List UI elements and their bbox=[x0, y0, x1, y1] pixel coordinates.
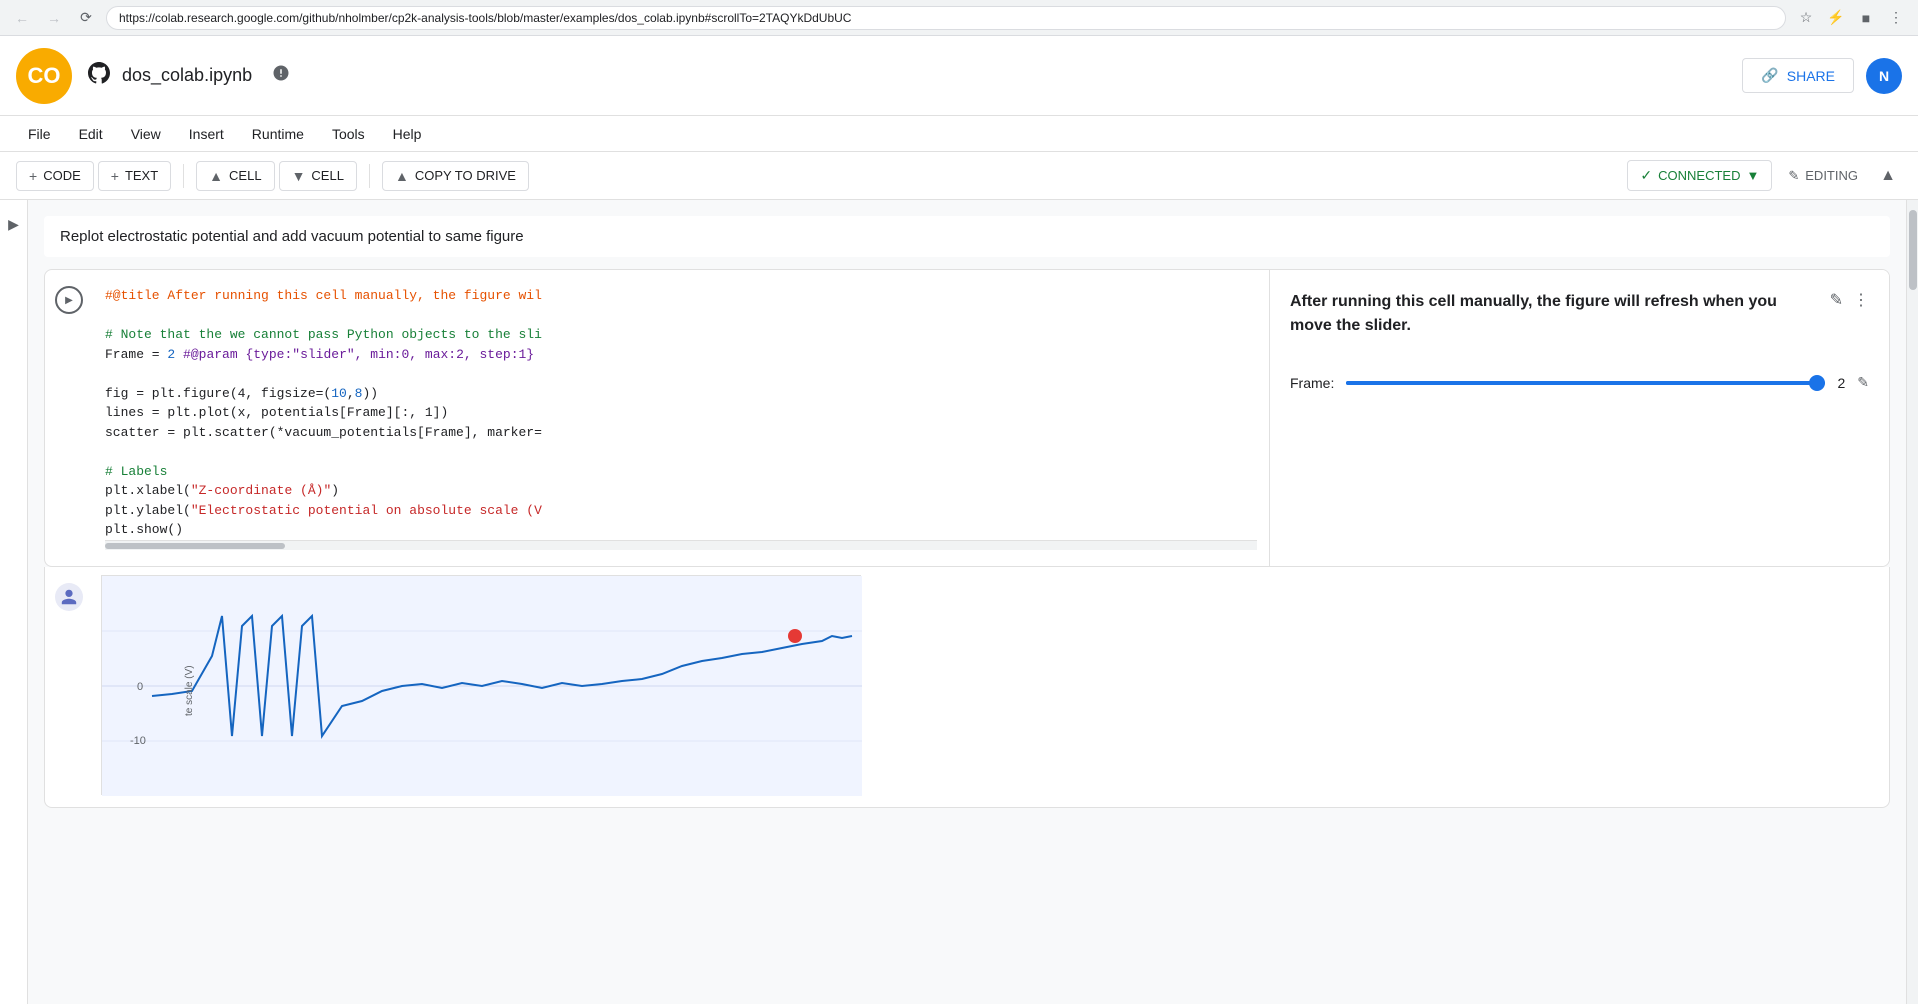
user-avatar[interactable]: N bbox=[1866, 58, 1902, 94]
share-link-icon: 🔗 bbox=[1761, 67, 1778, 84]
editing-badge: ✎ EDITING bbox=[1776, 162, 1870, 190]
cell-code[interactable]: #@title After running this cell manually… bbox=[93, 270, 1269, 566]
code-line-3: Frame = 2 #@param {type:"slider", min:0,… bbox=[105, 345, 1257, 365]
code-line-blank3 bbox=[105, 442, 1257, 462]
toolbar-divider-2 bbox=[369, 164, 370, 188]
menu-icon[interactable]: ⋮ bbox=[1884, 6, 1908, 30]
file-icon-button[interactable] bbox=[272, 64, 290, 87]
slider-edit-icon[interactable]: ✎ bbox=[1857, 374, 1869, 391]
slider-row: Frame: 2 ✎ bbox=[1290, 374, 1869, 391]
menu-view[interactable]: View bbox=[119, 122, 173, 146]
menu-file[interactable]: File bbox=[16, 122, 63, 146]
code-line-5: lines = plt.plot(x, potentials[Frame][:,… bbox=[105, 403, 1257, 423]
profile-icon[interactable]: ■ bbox=[1854, 6, 1878, 30]
toolbar: + CODE + TEXT ▲ CELL ▼ CELL ▲ COPY TO DR… bbox=[0, 152, 1918, 200]
cell-down-button[interactable]: ▼ CELL bbox=[279, 161, 357, 191]
toolbar-divider-1 bbox=[183, 164, 184, 188]
address-bar[interactable]: https://colab.research.google.com/github… bbox=[106, 6, 1786, 30]
code-line-10: plt.show() bbox=[105, 520, 1257, 540]
arrow-up-icon: ▲ bbox=[209, 168, 223, 184]
chart-area: 0 -10 te scale (V) bbox=[93, 567, 1889, 807]
chevron-down-icon: ▼ bbox=[1746, 168, 1759, 183]
plus-icon: + bbox=[29, 168, 37, 184]
svg-text:0: 0 bbox=[137, 681, 143, 693]
arrow-down-icon: ▼ bbox=[292, 168, 306, 184]
menu-runtime[interactable]: Runtime bbox=[240, 122, 316, 146]
menu-insert[interactable]: Insert bbox=[177, 122, 236, 146]
menu-tools[interactable]: Tools bbox=[320, 122, 377, 146]
plus-text-icon: + bbox=[111, 168, 119, 184]
browser-icons: ☆ ⚡ ■ ⋮ bbox=[1794, 6, 1908, 30]
github-icon bbox=[88, 62, 110, 90]
back-button[interactable]: ← bbox=[10, 6, 34, 30]
cell-output-panel: After running this cell manually, the fi… bbox=[1269, 270, 1889, 566]
frame-value: 2 bbox=[1837, 375, 1845, 391]
colab-header: CO dos_colab.ipynb 🔗 SHARE N bbox=[0, 36, 1918, 116]
right-scrollbar-thumb bbox=[1909, 210, 1917, 290]
sidebar-toggle[interactable]: ▶ bbox=[0, 200, 28, 1004]
run-button[interactable]: ▶ bbox=[55, 286, 83, 314]
code-line-7: # Labels bbox=[105, 462, 1257, 482]
collapse-button[interactable]: ▲ bbox=[1874, 162, 1902, 190]
svg-text:te scale (V): te scale (V) bbox=[184, 665, 195, 716]
code-scrollbar[interactable] bbox=[105, 540, 1257, 550]
add-text-button[interactable]: + TEXT bbox=[98, 161, 171, 191]
notebook-area: Replot electrostatic potential and add v… bbox=[28, 200, 1906, 1004]
frame-label: Frame: bbox=[1290, 375, 1334, 391]
code-line-1: #@title After running this cell manually… bbox=[105, 286, 1257, 306]
svg-text:-10: -10 bbox=[130, 735, 146, 747]
code-line-6: scatter = plt.scatter(*vacuum_potentials… bbox=[105, 423, 1257, 443]
code-line-4: fig = plt.figure(4, figsize=(10,8)) bbox=[105, 384, 1257, 404]
copy-to-drive-button[interactable]: ▲ COPY TO DRIVE bbox=[382, 161, 529, 191]
slider-fill bbox=[1346, 381, 1825, 385]
code-scrollbar-thumb bbox=[105, 543, 285, 549]
reload-button[interactable]: ⟳ bbox=[74, 6, 98, 30]
colab-logo[interactable]: CO bbox=[16, 48, 72, 104]
main-content: ▶ Replot electrostatic potential and add… bbox=[0, 200, 1918, 1004]
code-line-8: plt.xlabel("Z-coordinate (Å)") bbox=[105, 481, 1257, 501]
menu-help[interactable]: Help bbox=[381, 122, 434, 146]
frame-slider[interactable] bbox=[1346, 381, 1825, 385]
code-line-9: plt.ylabel("Electrostatic potential on a… bbox=[105, 501, 1257, 521]
connected-badge[interactable]: ✓ CONNECTED ▼ bbox=[1627, 160, 1772, 191]
sidebar-toggle-icon: ▶ bbox=[8, 216, 19, 233]
menu-bar: File Edit View Insert Runtime Tools Help bbox=[0, 116, 1918, 152]
cell-up-button[interactable]: ▲ CELL bbox=[196, 161, 274, 191]
drive-icon: ▲ bbox=[395, 168, 409, 184]
add-code-button[interactable]: + CODE bbox=[16, 161, 94, 191]
code-cell: ▶ #@title After running this cell manual… bbox=[44, 269, 1890, 567]
file-title: dos_colab.ipynb bbox=[122, 65, 252, 86]
menu-edit[interactable]: Edit bbox=[67, 122, 115, 146]
pencil-icon: ✎ bbox=[1788, 168, 1799, 184]
share-button[interactable]: 🔗 SHARE bbox=[1742, 58, 1854, 93]
code-line-2: # Note that the we cannot pass Python ob… bbox=[105, 325, 1257, 345]
check-icon: ✓ bbox=[1640, 167, 1652, 184]
slider-thumb bbox=[1809, 375, 1825, 391]
cell-run-area: ▶ bbox=[45, 270, 93, 566]
code-line-blank2 bbox=[105, 364, 1257, 384]
cell-user-icon-area bbox=[45, 567, 93, 807]
code-line-blank1 bbox=[105, 306, 1257, 326]
output-more-icon[interactable]: ⋮ bbox=[1853, 290, 1869, 310]
right-scrollbar[interactable] bbox=[1906, 200, 1918, 1004]
bookmark-icon[interactable]: ☆ bbox=[1794, 6, 1818, 30]
browser-bar: ← → ⟳ https://colab.research.google.com/… bbox=[0, 0, 1918, 36]
user-icon bbox=[55, 583, 83, 611]
output-title: After running this cell manually, the fi… bbox=[1290, 290, 1810, 338]
extension-icon[interactable]: ⚡ bbox=[1824, 6, 1848, 30]
output-edit-icon[interactable]: ✎ bbox=[1830, 290, 1843, 310]
output-cell: 0 -10 te scale (V) bbox=[44, 567, 1890, 808]
forward-button[interactable]: → bbox=[42, 6, 66, 30]
cell-description: Replot electrostatic potential and add v… bbox=[44, 216, 1890, 257]
chart-container: 0 -10 te scale (V) bbox=[101, 575, 861, 795]
